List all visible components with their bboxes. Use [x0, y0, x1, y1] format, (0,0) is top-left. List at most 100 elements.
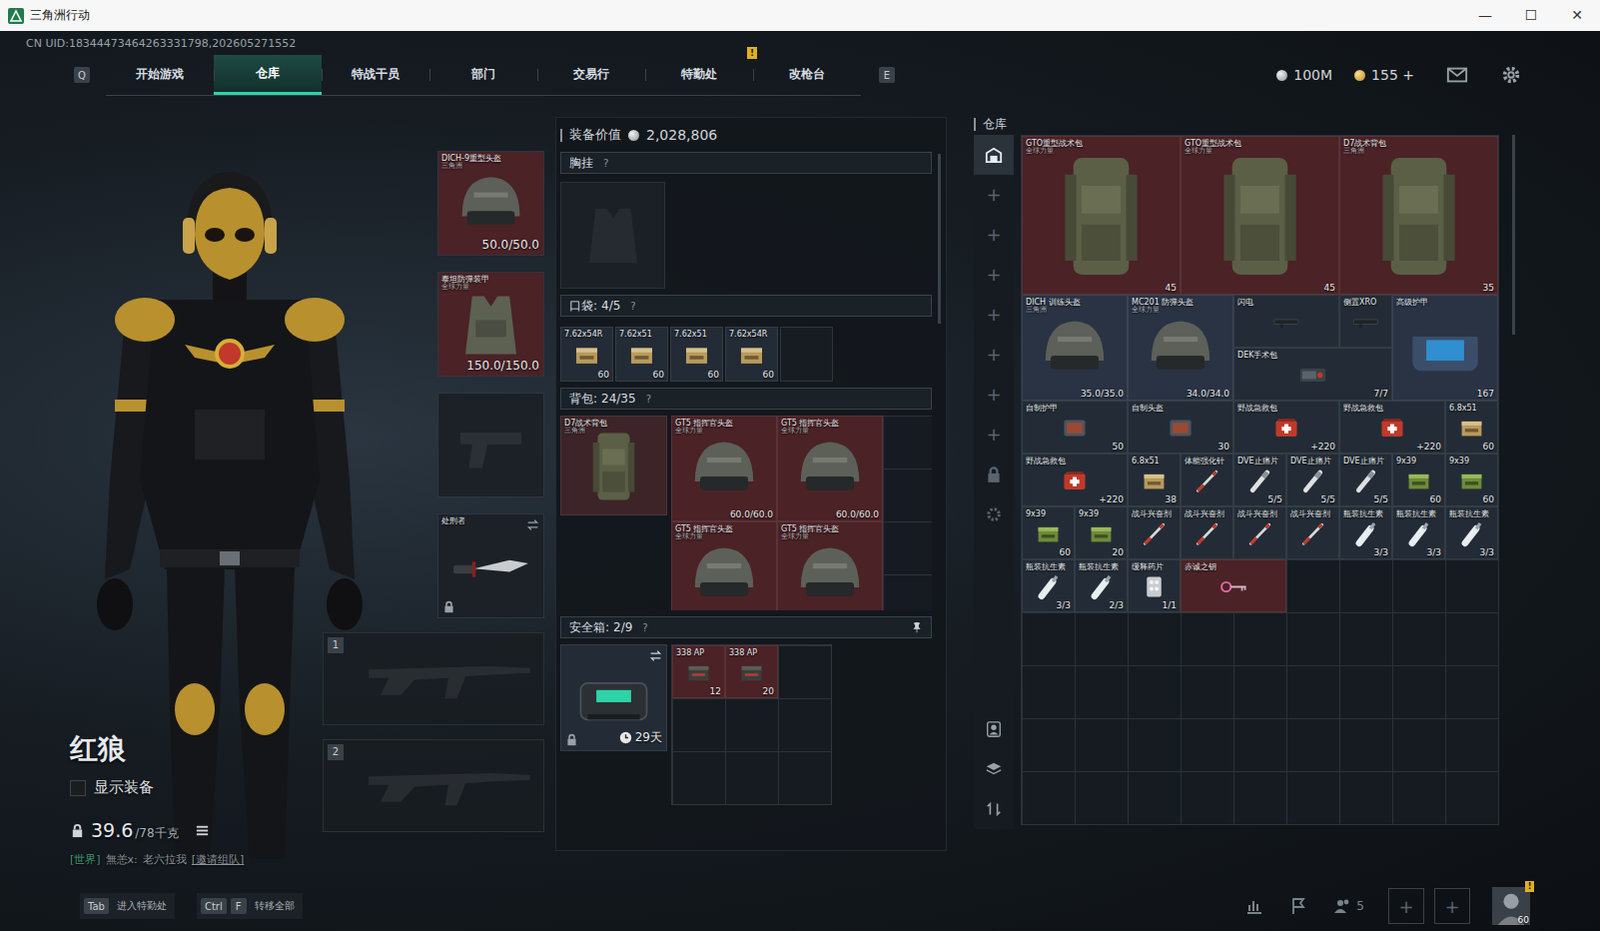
item-tile[interactable]: 野战急救包+220 [1233, 400, 1340, 454]
safe-box-slot[interactable]: 29天 [560, 644, 668, 752]
item-tile[interactable]: 9x3960 [1021, 506, 1075, 560]
item-tile[interactable]: 9x3960 [1445, 453, 1499, 507]
nav-tab[interactable]: 仓库 [213, 54, 322, 95]
key-hint[interactable]: Tab进入特勤处 [79, 892, 175, 919]
mail-icon[interactable] [1446, 63, 1469, 86]
flag-icon[interactable] [1288, 895, 1309, 916]
help-mark[interactable]: ? [642, 622, 648, 634]
item-tile[interactable]: DVE止痛片5/5 [1286, 453, 1340, 507]
item-tile[interactable]: 6.8x5138 [1127, 453, 1181, 507]
item-tile[interactable]: 野战急救包+220 [1021, 453, 1128, 507]
nav-tab[interactable]: 特战干员 [321, 54, 430, 95]
item-tile[interactable]: 338 AP12 [672, 645, 726, 699]
item-tile[interactable]: DVE止痛片5/5 [1339, 453, 1393, 507]
stats-icon[interactable] [1244, 895, 1265, 916]
item-tile[interactable]: 战斗兴奋剂 [1127, 506, 1181, 560]
item-tile[interactable]: 野战急救包+220 [1339, 400, 1446, 454]
item-tile[interactable]: 7.62x54R60 [725, 326, 779, 382]
pin-icon[interactable] [910, 621, 923, 634]
item-tile[interactable]: 缓释药片1/1 [1127, 559, 1181, 613]
empty-pocket[interactable] [780, 326, 833, 382]
item-tile[interactable]: GT5 指挥官头盔全球力量 [671, 521, 778, 611]
warehouse-scrollbar[interactable] [1512, 134, 1516, 335]
invite-slot[interactable]: + [1434, 887, 1471, 924]
item-tile[interactable]: DEK手术包7/7 [1233, 347, 1393, 401]
window-control[interactable]: ☐ [1508, 0, 1555, 31]
warehouse-tab[interactable]: + [973, 414, 1014, 455]
loadout-scrollbar[interactable] [937, 153, 941, 324]
window-control[interactable]: ✕ [1554, 0, 1600, 31]
help-mark[interactable]: ? [630, 300, 636, 312]
warehouse-tool[interactable] [973, 709, 1014, 750]
nav-tab[interactable]: 交易行 [537, 54, 646, 95]
item-tile[interactable]: 自制头盔30 [1127, 400, 1234, 454]
item-tile[interactable]: 瓶装抗生素2/3 [1074, 559, 1128, 613]
item-tile[interactable]: GTO重型战术包全球力量45 [1180, 135, 1340, 295]
warehouse-tool[interactable] [973, 789, 1014, 829]
item-tile[interactable]: GT5 指挥官头盔全球力量60.0/60.0 [777, 415, 883, 522]
chest-rig-slot[interactable] [560, 181, 666, 289]
key-hint[interactable]: CtrlF转移全部 [196, 892, 303, 919]
item-tile[interactable]: 6.8x5160 [1445, 400, 1499, 454]
item-tile[interactable]: 侧置XRO [1339, 294, 1393, 348]
warehouse-tab[interactable]: + [973, 294, 1014, 335]
item-tile[interactable]: 7.62x54R60 [560, 326, 614, 382]
empty-cell[interactable] [672, 698, 726, 752]
empty-cell[interactable] [778, 645, 831, 699]
empty-cell[interactable] [672, 751, 726, 804]
swap-icon[interactable] [526, 518, 540, 532]
team-button[interactable]: 5 [1332, 895, 1365, 916]
item-tile[interactable]: 338 AP20 [725, 645, 779, 699]
help-mark[interactable]: ? [646, 393, 652, 405]
equipment-slot[interactable]: 处刑者 [437, 513, 545, 619]
item-tile[interactable]: D7战术背包三角洲35 [1339, 135, 1499, 295]
invite-slot[interactable]: + [1388, 887, 1425, 924]
item-tile[interactable]: DICH 训练头盔三角洲35.0/35.0 [1021, 294, 1128, 401]
item-tile[interactable]: 战斗兴奋剂 [1286, 506, 1340, 560]
warehouse-tab[interactable]: + [973, 254, 1014, 295]
list-icon[interactable] [194, 822, 210, 838]
nav-tab[interactable]: 部门 [429, 54, 538, 95]
empty-cell[interactable] [778, 698, 831, 752]
currency[interactable]: 155 + [1354, 66, 1415, 83]
player-avatar[interactable]: 60! [1492, 886, 1531, 925]
empty-cell[interactable] [725, 751, 779, 804]
item-tile[interactable]: GT5 指挥官头盔全球力量 [777, 521, 883, 611]
warehouse-tab[interactable]: + [973, 334, 1014, 375]
item-tile[interactable]: DVE止痛片5/5 [1233, 453, 1287, 507]
nav-prev-key[interactable]: Q [73, 66, 90, 83]
invite-link[interactable]: [邀请组队] [191, 851, 245, 867]
item-tile[interactable]: 7.62x5160 [670, 326, 724, 382]
item-tile[interactable]: 赤诚之钥 [1180, 559, 1287, 613]
warehouse-tool[interactable] [973, 749, 1014, 790]
equipment-slot[interactable]: 泰坦防弹装甲全球力量150.0/150.0 [437, 271, 545, 377]
item-tile[interactable]: 瓶装抗生素3/3 [1021, 559, 1075, 613]
item-tile[interactable]: 闪电 [1233, 294, 1340, 348]
window-control[interactable]: — [1462, 0, 1509, 31]
item-tile[interactable]: 高级护甲167 [1392, 294, 1499, 401]
item-tile[interactable]: 9x3960 [1392, 453, 1446, 507]
show-gear-checkbox[interactable] [69, 780, 86, 797]
show-gear-toggle[interactable]: 显示装备 [69, 778, 323, 798]
nav-tab[interactable]: 开始游戏 [105, 54, 214, 95]
warehouse-tab[interactable] [973, 494, 1014, 535]
nav-tab[interactable]: 改枪台 [753, 54, 861, 95]
item-tile[interactable]: 7.62x5160 [615, 326, 669, 382]
currency[interactable]: 100M [1276, 66, 1333, 83]
swap-icon[interactable] [649, 649, 663, 663]
item-tile[interactable]: 瓶装抗生素3/3 [1339, 506, 1393, 560]
equipment-slot[interactable] [437, 392, 545, 498]
weapon-slot[interactable]: 2 [322, 739, 545, 832]
gear-icon[interactable] [1500, 63, 1523, 86]
empty-cell[interactable] [725, 698, 779, 752]
weapon-slot[interactable]: 1 [322, 632, 545, 726]
warehouse-tab[interactable]: + [973, 214, 1014, 255]
item-tile[interactable]: GTO重型战术包全球力量45 [1021, 135, 1181, 295]
warehouse-tab[interactable]: + [973, 174, 1014, 215]
item-tile[interactable]: GT5 指挥官头盔全球力量60.0/60.0 [671, 415, 778, 522]
item-tile[interactable]: MC201 防弹头盔全球力量34.0/34.0 [1127, 294, 1234, 401]
warehouse-tab[interactable] [973, 134, 1014, 175]
warehouse-tab[interactable]: + [973, 374, 1014, 415]
item-tile[interactable]: 自制护甲50 [1021, 400, 1128, 454]
nav-next-key[interactable]: E [878, 66, 895, 83]
